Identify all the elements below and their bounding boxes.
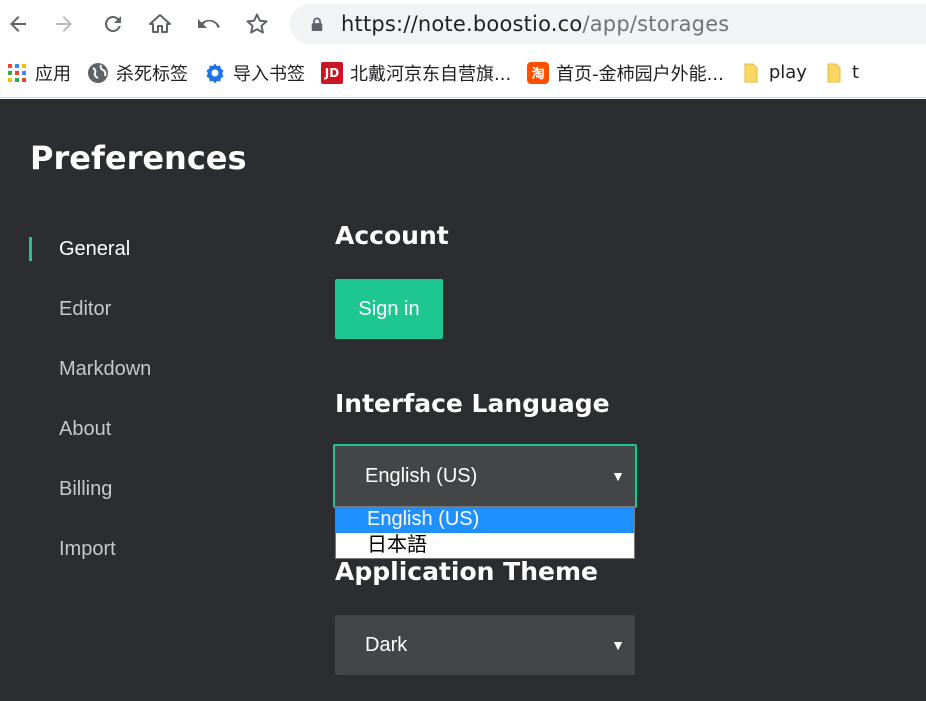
folder-icon — [740, 62, 762, 84]
nav-item-editor[interactable]: Editor — [0, 279, 300, 339]
nav-item-general[interactable]: General — [0, 219, 300, 279]
lock-icon — [310, 16, 326, 32]
bookmark-star-button[interactable] — [239, 6, 275, 42]
bookmark-jd[interactable]: JD 北戴河京东自营旗... — [315, 57, 521, 89]
bookmark-label: t — [851, 62, 860, 83]
nav-item-label: About — [59, 417, 112, 440]
nav-item-import[interactable]: Import — [0, 519, 300, 579]
bookmark-label: 北戴河京东自营旗... — [350, 63, 512, 85]
bookmark-label: 导入书签 — [233, 63, 305, 85]
nav-item-label: Markdown — [59, 357, 152, 380]
arrow-left-icon — [10, 16, 26, 32]
home-button[interactable] — [142, 6, 178, 42]
reload-button[interactable] — [95, 6, 131, 42]
language-option-japanese[interactable]: 日本語 — [336, 533, 634, 559]
language-selected-value: English (US) — [365, 464, 478, 487]
nav-item-label: Import — [59, 537, 116, 560]
address-bar[interactable]: https://note.boostio.co/app/storages — [290, 4, 926, 44]
browser-toolbar: https://note.boostio.co/app/storages — [0, 0, 926, 48]
url-path: /app/storages — [582, 12, 730, 36]
taobao-icon: 淘 — [527, 61, 550, 84]
jd-icon: JD — [321, 61, 343, 84]
star-icon — [246, 13, 268, 34]
dropdown-arrow-icon: ▼ — [611, 468, 625, 484]
bookmark-import[interactable]: 导入书签 — [198, 57, 315, 89]
account-heading: Account — [335, 221, 449, 250]
bookmark-apps[interactable]: 应用 — [0, 57, 81, 89]
bookmark-label: play — [768, 62, 807, 83]
bookmark-folder-play[interactable]: play — [734, 57, 817, 89]
interface-language-heading: Interface Language — [335, 389, 610, 418]
globe-icon — [87, 62, 109, 84]
page-title: Preferences — [30, 139, 247, 177]
folder-icon — [823, 62, 845, 84]
reload-icon — [105, 16, 121, 32]
gear-icon — [204, 62, 226, 84]
language-dropdown-list: English (US) 日本語 — [335, 506, 635, 559]
apps-grid-icon — [6, 62, 28, 84]
forward-button[interactable] — [46, 6, 82, 42]
nav-item-about[interactable]: About — [0, 399, 300, 459]
theme-selected-value: Dark — [365, 633, 408, 656]
preferences-nav: General Editor Markdown About Billing Im… — [0, 219, 300, 579]
language-option-english[interactable]: English (US) — [336, 507, 634, 533]
preferences-page: Preferences General Editor Markdown Abou… — [0, 99, 926, 701]
bookmark-label: 杀死标签 — [116, 63, 188, 85]
back-button[interactable] — [0, 6, 36, 42]
bookmark-kill-tabs[interactable]: 杀死标签 — [81, 57, 198, 89]
application-theme-heading: Application Theme — [335, 557, 598, 586]
undo-button[interactable] — [190, 6, 226, 42]
bookmark-label: 首页-金柿园户外能... — [556, 63, 724, 85]
bookmark-label: 应用 — [35, 63, 71, 85]
url-host: https://note.boostio.co — [341, 12, 583, 36]
dropdown-arrow-icon: ▼ — [611, 637, 625, 653]
nav-item-markdown[interactable]: Markdown — [0, 339, 300, 399]
nav-item-billing[interactable]: Billing — [0, 459, 300, 519]
home-icon — [149, 14, 171, 33]
bookmark-folder-t[interactable]: t — [817, 57, 869, 89]
nav-item-label: Billing — [59, 477, 113, 500]
undo-icon — [198, 19, 220, 28]
language-select[interactable]: English (US) ▼ — [333, 444, 637, 508]
bookmark-taobao[interactable]: 淘 首页-金柿园户外能... — [521, 57, 734, 89]
nav-item-label: Editor — [59, 297, 112, 320]
nav-item-label: General — [59, 237, 131, 260]
bookmarks-bar: 应用 杀死标签 导入书签 JD 北戴河京东自营旗... 淘 首页-金柿园户外能.… — [0, 48, 926, 98]
url-text: https://note.boostio.co/app/storages — [341, 12, 729, 36]
arrow-right-icon — [56, 16, 72, 32]
theme-select[interactable]: Dark ▼ — [335, 615, 635, 675]
sign-in-button[interactable]: Sign in — [335, 279, 443, 339]
